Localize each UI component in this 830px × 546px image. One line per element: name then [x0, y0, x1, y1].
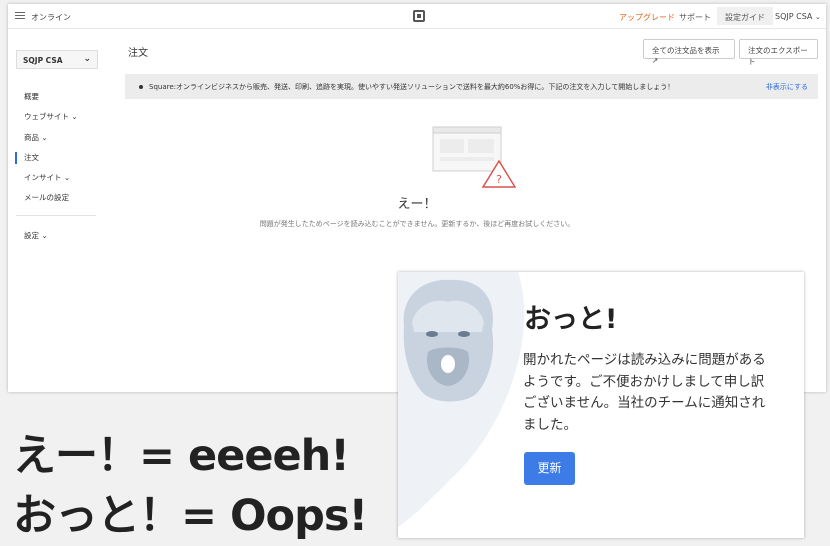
caption-oops: おっと！= Oops! [13, 491, 368, 541]
sidebar-item-label: 設定 [24, 230, 39, 240]
svg-text:?: ? [496, 173, 502, 186]
top-bar: オンライン アップグレード サポート 設定ガイド SQJP CSA ⌄ [8, 4, 826, 29]
sidebar-item-label: ウェブサイト [24, 112, 69, 122]
bearded-face-illustration [398, 272, 525, 527]
export-orders-button[interactable]: 注文のエクスポート [739, 39, 818, 66]
view-all-orders-button[interactable]: 全ての注文品を表示 ↗ [643, 39, 735, 65]
menu-icon[interactable] [15, 12, 25, 20]
caption-eeeeh: えー！= eeeeh! [13, 431, 350, 481]
external-arrow-icon: ↗ [652, 56, 659, 65]
site-selector-label: SQJP CSA [23, 56, 63, 65]
site-selector[interactable]: SQJP CSA ⌄ [16, 50, 98, 69]
chevron-down-icon: ⌄ [83, 54, 91, 64]
sidebar: SQJP CSA ⌄ 概要 ウェブサイト ⌄ 商品 ⌄ 注文 インサイト ⌄ メ… [15, 50, 101, 246]
bullet-icon [139, 85, 143, 89]
oops-message-line: ようです。ご不便おかけしまして申し訳 [523, 373, 765, 390]
view-all-orders-label: 全ての注文品を表示 [652, 46, 720, 55]
oops-error-card: おっと! 開かれたページは読み込みに問題がある ようです。ご不便おかけしまして申… [398, 272, 804, 538]
refresh-button[interactable]: 更新 [524, 452, 575, 485]
banner-message: Square:オンラインビジネスから販売、発送、印刷、追跡を実現。使いやすい発送… [149, 83, 675, 91]
sidebar-item-label: 注文 [24, 152, 39, 162]
chevron-down-icon: ⌄ [41, 132, 48, 142]
broken-page-illustration: ? [432, 126, 516, 188]
account-name: SQJP CSA [775, 12, 813, 21]
square-logo-icon[interactable] [413, 10, 425, 22]
upgrade-link[interactable]: アップグレード [619, 12, 675, 23]
sidebar-item-insights[interactable]: インサイト ⌄ [16, 168, 101, 188]
sidebar-divider [16, 214, 96, 216]
oops-title: おっと! [524, 304, 618, 335]
sidebar-item-orders[interactable]: 注文 [15, 148, 101, 168]
export-orders-label: 注文のエクスポート [748, 46, 808, 66]
error-title: えー！ [397, 197, 437, 212]
oops-message-line: 開かれたページは読み込みに問題がある [523, 352, 766, 368]
error-description: 問題が発生したためページを読み込むことができません。更新するか、後ほど再度お試し… [259, 220, 575, 228]
chevron-down-icon: ⌄ [71, 112, 78, 122]
account-menu[interactable]: SQJP CSA ⌄ [775, 12, 821, 21]
sidebar-item-label: インサイト [24, 173, 62, 183]
chevron-down-icon: ⌄ [41, 230, 48, 240]
oops-message-line: ございません。当社のチームに通知され [523, 395, 766, 411]
chevron-down-icon: ⌄ [63, 173, 71, 183]
sidebar-item-label: 商品 [24, 132, 39, 142]
store-name: オンライン [31, 13, 71, 22]
oops-message: 開かれたページは読み込みに問題がある ようです。ご不便おかけしまして申し訳 ござ… [523, 350, 778, 436]
chevron-down-icon: ⌄ [814, 13, 821, 21]
sidebar-item-products[interactable]: 商品 ⌄ [16, 128, 101, 148]
setup-guide-button[interactable]: 設定ガイド [717, 7, 773, 25]
oops-message-line: ました。 [523, 416, 577, 433]
sidebar-item-label: 概要 [24, 92, 39, 101]
sidebar-item-website[interactable]: ウェブサイト ⌄ [16, 107, 101, 127]
sidebar-item-overview[interactable]: 概要 [16, 87, 101, 107]
banner-hide-link[interactable]: 非表示にする [766, 82, 808, 92]
promo-banner: Square:オンラインビジネスから販売、発送、印刷、追跡を実現。使いやすい発送… [125, 74, 818, 99]
page-title: 注文 [128, 48, 148, 59]
support-link[interactable]: サポート [679, 12, 711, 23]
